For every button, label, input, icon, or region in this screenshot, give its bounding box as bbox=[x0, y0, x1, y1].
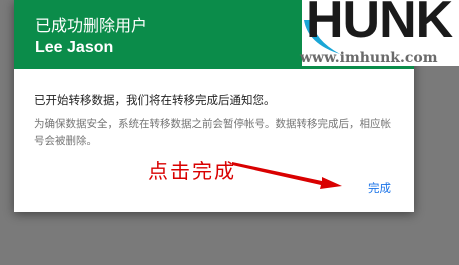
watermark-url: www.imhunk.com bbox=[300, 50, 438, 66]
dialog-title: 已成功删除用户 bbox=[35, 16, 148, 35]
done-button[interactable]: 完成 bbox=[368, 180, 391, 196]
transfer-message: 已开始转移数据，我们将在转移完成后通知您。 bbox=[34, 93, 276, 107]
logo-text: HUNK bbox=[306, 0, 453, 49]
deleted-user-name: Lee Jason bbox=[35, 39, 114, 56]
annotation-arrow-icon bbox=[232, 162, 342, 189]
transfer-note: 为确保数据安全，系统在转移数据之前会暂停帐号。数据转移完成后，相应帐号会被删除。 bbox=[34, 118, 391, 147]
annotation-text: 点击完成 bbox=[148, 159, 236, 183]
